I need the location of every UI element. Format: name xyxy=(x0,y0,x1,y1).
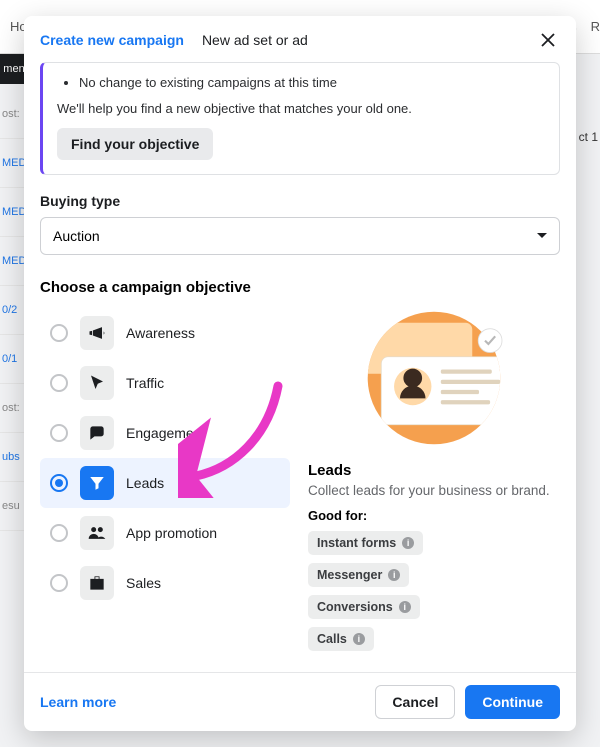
chip-conversions[interactable]: Conversionsi xyxy=(308,595,420,619)
info-icon: i xyxy=(353,633,365,645)
bg-right-frag: ct 1 xyxy=(579,130,598,144)
detail-title: Leads xyxy=(308,462,560,479)
chat-icon xyxy=(80,416,114,450)
people-icon xyxy=(80,516,114,550)
objective-detail-panel: Leads Collect leads for your business or… xyxy=(308,308,560,659)
objective-migration-notice: No change to existing campaigns at this … xyxy=(40,62,560,175)
radio-icon xyxy=(50,424,68,442)
modal-header: Create new campaign New ad set or ad xyxy=(24,16,576,62)
continue-button[interactable]: Continue xyxy=(465,685,560,719)
cursor-icon xyxy=(80,366,114,400)
radio-icon xyxy=(50,324,68,342)
briefcase-icon xyxy=(80,566,114,600)
objective-label: Traffic xyxy=(126,375,164,391)
objective-option-sales[interactable]: Sales xyxy=(40,558,290,608)
funnel-icon xyxy=(80,466,114,500)
chip-instant-forms[interactable]: Instant formsi xyxy=(308,531,423,555)
cancel-button[interactable]: Cancel xyxy=(375,685,455,719)
objective-list: Awareness Traffic Engagement xyxy=(40,308,290,659)
close-button[interactable] xyxy=(536,28,560,52)
find-objective-button[interactable]: Find your objective xyxy=(57,128,213,160)
objective-option-app-promotion[interactable]: App promotion xyxy=(40,508,290,558)
close-icon xyxy=(541,33,555,47)
info-icon: i xyxy=(399,601,411,613)
leads-illustration xyxy=(349,308,519,448)
good-for-chips: Instant formsi Messengeri Conversionsi C… xyxy=(308,531,560,659)
modal-footer: Learn more Cancel Continue xyxy=(24,672,576,731)
objective-heading: Choose a campaign objective xyxy=(40,279,560,296)
buying-type-value: Auction xyxy=(53,228,100,244)
radio-icon xyxy=(50,524,68,542)
chip-calls[interactable]: Callsi xyxy=(308,627,374,651)
objective-label: Awareness xyxy=(126,325,195,341)
tab-new-ad-set[interactable]: New ad set or ad xyxy=(202,32,308,48)
info-icon: i xyxy=(402,537,414,549)
notice-bullet: No change to existing campaigns at this … xyxy=(79,73,545,93)
learn-more-link[interactable]: Learn more xyxy=(40,694,116,710)
radio-icon xyxy=(50,474,68,492)
chip-messenger[interactable]: Messengeri xyxy=(308,563,409,587)
detail-subtitle: Collect leads for your business or brand… xyxy=(308,483,560,498)
tab-create-new-campaign[interactable]: Create new campaign xyxy=(40,32,184,48)
chevron-down-icon xyxy=(537,233,547,243)
objective-label: App promotion xyxy=(126,525,217,541)
radio-icon xyxy=(50,574,68,592)
good-for-label: Good for: xyxy=(308,508,560,523)
megaphone-icon xyxy=(80,316,114,350)
radio-icon xyxy=(50,374,68,392)
buying-type-select[interactable]: Auction xyxy=(40,217,560,255)
objective-option-leads[interactable]: Leads xyxy=(40,458,290,508)
objective-option-traffic[interactable]: Traffic xyxy=(40,358,290,408)
objective-label: Leads xyxy=(126,475,164,491)
objective-option-awareness[interactable]: Awareness xyxy=(40,308,290,358)
objective-label: Sales xyxy=(126,575,161,591)
objective-option-engagement[interactable]: Engagement xyxy=(40,408,290,458)
info-icon: i xyxy=(388,569,400,581)
objective-label: Engagement xyxy=(126,425,205,441)
modal-body: No change to existing campaigns at this … xyxy=(24,62,576,672)
buying-type-label: Buying type xyxy=(40,193,560,209)
create-campaign-modal: Create new campaign New ad set or ad No … xyxy=(24,16,576,731)
bg-right-cut: R xyxy=(591,19,600,34)
notice-help-text: We'll help you find a new objective that… xyxy=(57,99,545,119)
